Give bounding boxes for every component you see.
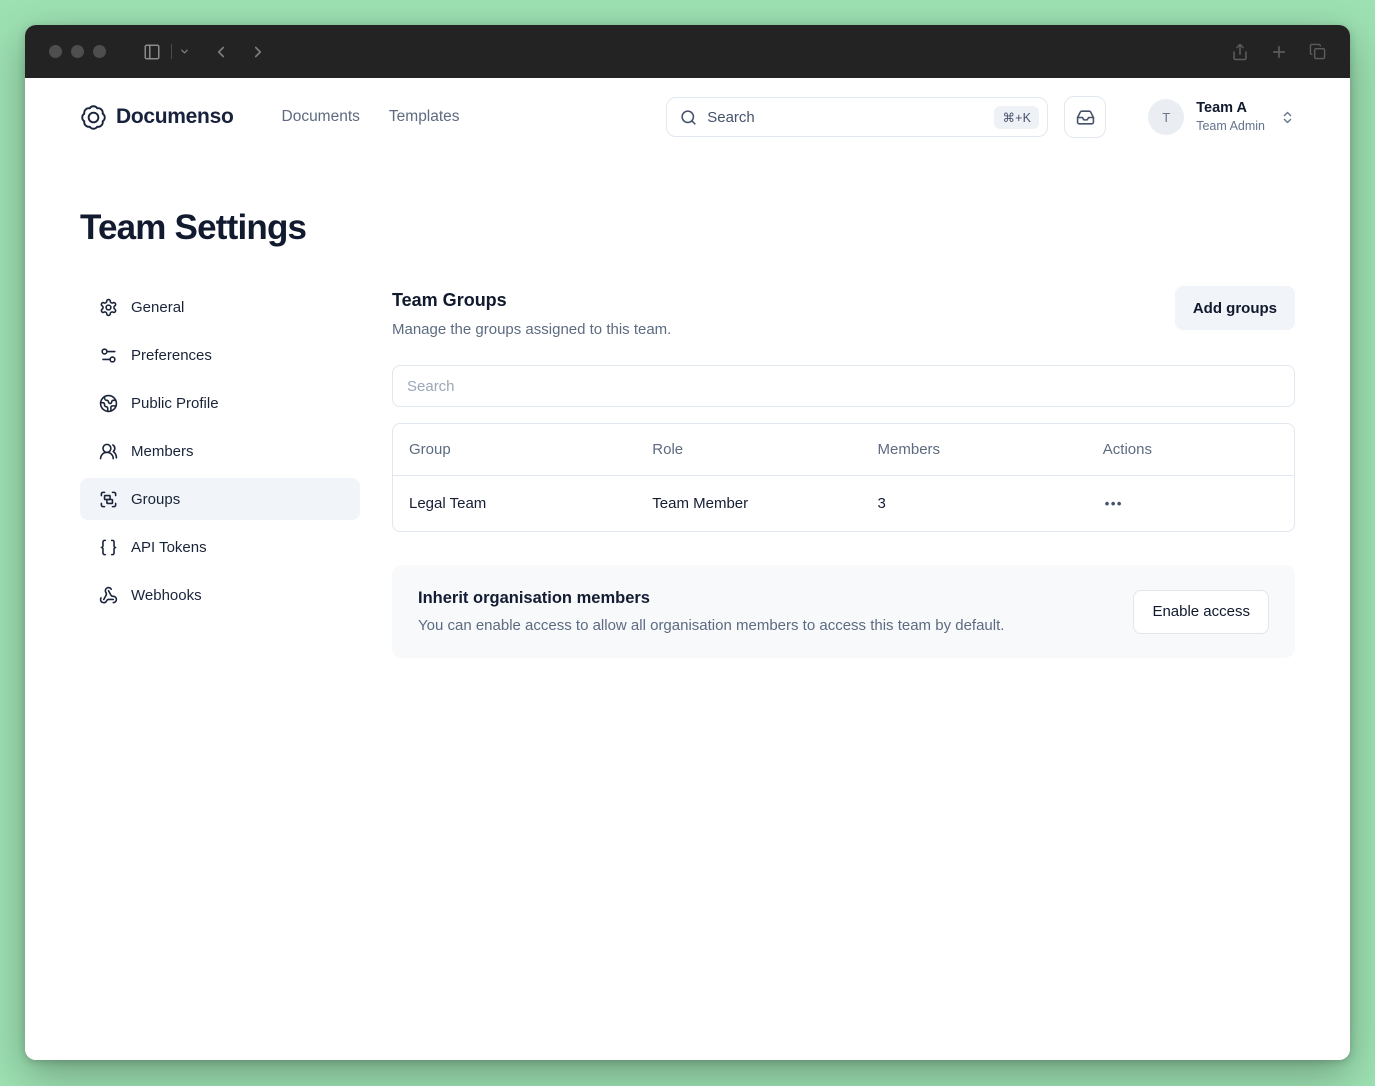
forward-button[interactable] [249, 43, 267, 61]
titlebar-divider [171, 44, 172, 59]
sidebar-item-label: Members [131, 442, 194, 460]
inherit-members-panel: Inherit organisation members You can ena… [392, 565, 1295, 658]
cell-members-count: 3 [877, 495, 886, 512]
top-nav: Documents Templates [282, 108, 460, 126]
search-icon [680, 109, 697, 126]
brand-name: Documenso [116, 105, 234, 128]
global-search-placeholder: Search [707, 108, 755, 126]
search-shortcut-badge: ⌘+K [994, 105, 1040, 129]
documenso-badge-icon [80, 104, 107, 131]
browser-window: Documenso Documents Templates Search ⌘+K… [25, 25, 1350, 1060]
minimize-window-button[interactable] [71, 45, 84, 58]
titlebar [25, 25, 1350, 78]
chevron-down-icon[interactable] [179, 46, 190, 57]
share-icon[interactable] [1231, 43, 1249, 61]
webhook-icon [99, 586, 118, 605]
team-role: Team Admin [1196, 118, 1265, 133]
page-title: Team Settings [80, 208, 307, 247]
add-groups-button[interactable]: Add groups [1174, 286, 1295, 330]
sidebar-toggle-icon[interactable] [143, 43, 161, 61]
window-controls [49, 45, 106, 58]
sidebar-item-label: Webhooks [131, 586, 202, 604]
inbox-button[interactable] [1064, 96, 1107, 138]
sidebar-item-label: API Tokens [131, 538, 207, 556]
sidebar-item-label: Groups [131, 490, 181, 508]
row-actions-button[interactable]: ••• [1103, 492, 1125, 515]
table-row: Legal Team Team Member 3 ••• [393, 476, 1294, 531]
sliders-icon [99, 346, 118, 365]
sidebar-item-preferences[interactable]: Preferences [80, 334, 360, 376]
column-header-group: Group [409, 441, 451, 458]
tab-overview-icon[interactable] [1309, 43, 1326, 60]
team-avatar: T [1148, 99, 1185, 135]
sidebar-item-label: Preferences [131, 346, 212, 364]
team-switcher[interactable]: T Team A Team Admin [1148, 99, 1295, 135]
inherit-description: You can enable access to allow all organ… [418, 617, 1005, 634]
cell-role: Team Member [652, 495, 749, 512]
sidebar-item-label: Public Profile [131, 394, 219, 412]
new-tab-icon[interactable] [1270, 43, 1288, 61]
group-icon [99, 490, 118, 509]
chevrons-up-down-icon [1280, 110, 1295, 125]
sidebar-item-public-profile[interactable]: Public Profile [80, 382, 360, 424]
global-search[interactable]: Search ⌘+K [666, 97, 1049, 137]
documenso-logo[interactable]: Documenso [80, 104, 234, 131]
close-window-button[interactable] [49, 45, 62, 58]
users-icon [99, 442, 118, 461]
inbox-icon [1076, 108, 1095, 127]
maximize-window-button[interactable] [93, 45, 106, 58]
globe-icon [99, 394, 118, 413]
section-description: Manage the groups assigned to this team. [392, 321, 672, 338]
sidebar-item-members[interactable]: Members [80, 430, 360, 472]
gear-icon [99, 298, 118, 317]
settings-sidebar: General Preferences Public Profile Membe… [80, 286, 360, 658]
team-name: Team A [1196, 100, 1247, 117]
sidebar-item-general[interactable]: General [80, 286, 360, 328]
nav-templates[interactable]: Templates [389, 108, 460, 126]
enable-access-button[interactable]: Enable access [1133, 589, 1269, 634]
table-header-row: Group Role Members Actions [393, 424, 1294, 476]
sidebar-item-label: General [131, 298, 185, 316]
sidebar-item-groups[interactable]: Groups [80, 478, 360, 520]
column-header-members: Members [877, 441, 941, 458]
cell-group-name: Legal Team [409, 495, 487, 512]
sidebar-item-api-tokens[interactable]: API Tokens [80, 526, 360, 568]
column-header-role: Role [652, 441, 684, 458]
app-header: Documenso Documents Templates Search ⌘+K… [80, 78, 1295, 156]
inherit-title: Inherit organisation members [418, 589, 650, 607]
column-header-actions: Actions [1102, 441, 1152, 458]
nav-documents[interactable]: Documents [282, 108, 360, 126]
app-content: Documenso Documents Templates Search ⌘+K… [25, 78, 1350, 1060]
groups-search-input[interactable] [392, 365, 1295, 407]
groups-table: Group Role Members Actions Legal Team Te… [392, 423, 1295, 532]
main-panel: Team Groups Manage the groups assigned t… [392, 286, 1295, 658]
section-title: Team Groups [392, 290, 507, 310]
braces-icon [99, 538, 118, 557]
sidebar-item-webhooks[interactable]: Webhooks [80, 574, 360, 616]
back-button[interactable] [212, 43, 230, 61]
